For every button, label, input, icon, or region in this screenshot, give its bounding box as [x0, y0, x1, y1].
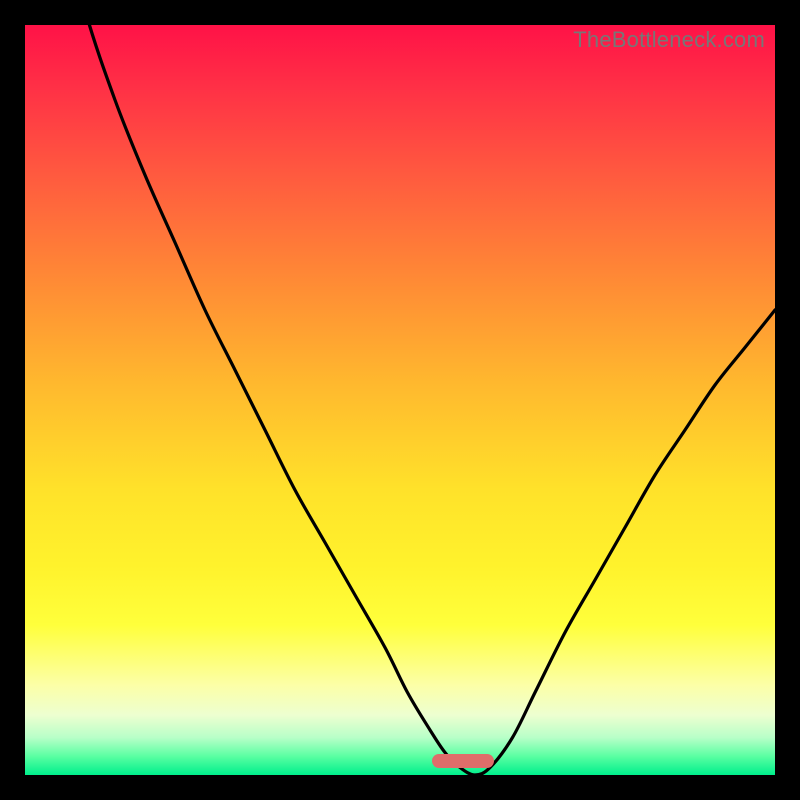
bottleneck-curve — [25, 25, 775, 775]
plot-area: TheBottleneck.com — [25, 25, 775, 775]
optimum-marker — [432, 754, 494, 768]
chart-frame: TheBottleneck.com — [0, 0, 800, 800]
curve-path — [25, 0, 775, 775]
